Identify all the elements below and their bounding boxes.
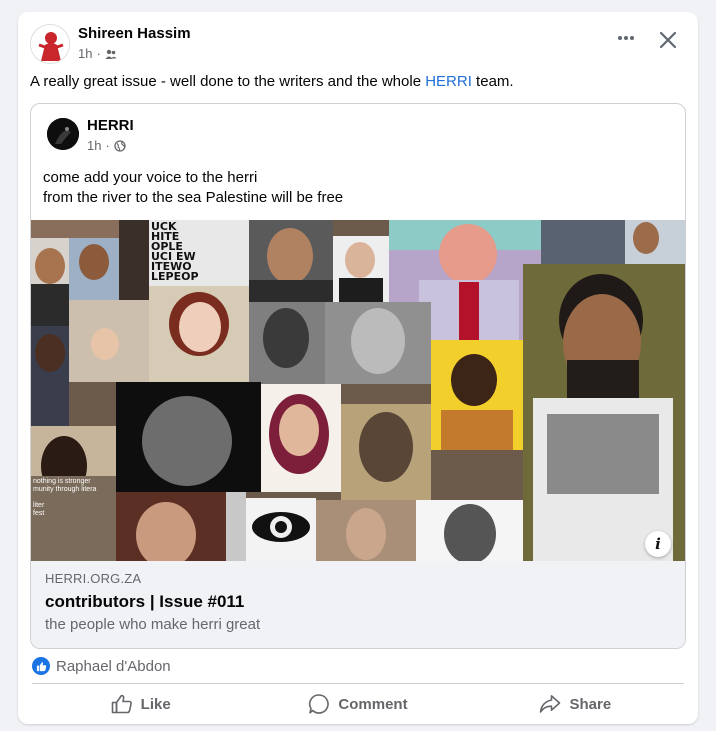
post-text-after: team. bbox=[471, 73, 514, 90]
like-label: Like bbox=[140, 695, 171, 713]
comment-icon bbox=[309, 694, 330, 714]
herri-mention-link[interactable]: HERRI bbox=[425, 73, 472, 90]
globe-icon[interactable] bbox=[114, 139, 126, 152]
shared-post[interactable]: HERRI 1h · come add your voice to the he… bbox=[30, 103, 686, 649]
herri-avatar[interactable] bbox=[47, 118, 79, 150]
collage-text-7: LEPEOP bbox=[151, 270, 199, 283]
post-card: Shireen Hassim 1h · A really great issue… bbox=[18, 12, 698, 724]
close-button[interactable] bbox=[652, 24, 684, 56]
shared-text-line-1: come add your voice to the herri bbox=[43, 169, 258, 186]
collage-text-9: munity through litera bbox=[33, 486, 97, 493]
shared-post-text: come add your voice to the herri from th… bbox=[43, 168, 343, 208]
post-meta: 1h · bbox=[78, 46, 117, 62]
thumbs-up-icon bbox=[111, 694, 132, 714]
more-icon bbox=[618, 36, 634, 40]
like-button[interactable]: Like bbox=[32, 688, 249, 720]
shared-meta-separator: · bbox=[105, 138, 110, 153]
shared-text-line-2: from the river to the sea Palestine will… bbox=[43, 189, 344, 206]
action-bar: Like Comment Share bbox=[32, 688, 684, 720]
collage-text-8: nothing is stronger bbox=[33, 478, 91, 485]
share-icon bbox=[540, 695, 561, 713]
comment-button[interactable]: Comment bbox=[249, 688, 466, 720]
post-time[interactable]: 1h bbox=[78, 46, 92, 62]
like-reaction-icon bbox=[32, 657, 50, 675]
close-icon bbox=[659, 31, 677, 49]
reaction-names[interactable]: Raphael d'Abdon bbox=[56, 658, 171, 675]
info-icon[interactable]: i bbox=[645, 531, 671, 557]
friends-audience-icon[interactable] bbox=[105, 48, 117, 60]
shared-post-meta: 1h · bbox=[87, 138, 126, 153]
actions-divider bbox=[32, 683, 684, 684]
link-domain: HERRI.ORG.ZA bbox=[45, 571, 142, 586]
share-button[interactable]: Share bbox=[467, 688, 684, 720]
more-options-button[interactable] bbox=[610, 28, 642, 52]
comment-label: Comment bbox=[338, 695, 408, 713]
link-description: the people who make herri great bbox=[45, 616, 261, 633]
shared-post-time[interactable]: 1h bbox=[87, 138, 101, 153]
share-label: Share bbox=[569, 695, 612, 713]
author-name[interactable]: Shireen Hassim bbox=[78, 24, 191, 44]
link-preview[interactable]: HERRI.ORG.ZA contributors | Issue #011 t… bbox=[31, 561, 685, 648]
link-title[interactable]: contributors | Issue #011 bbox=[45, 591, 244, 613]
collage-text-10: liter bbox=[33, 502, 45, 509]
post-text-before: A really great issue - well done to the … bbox=[30, 73, 426, 90]
shared-author-name[interactable]: HERRI bbox=[87, 116, 134, 136]
author-avatar[interactable] bbox=[30, 24, 70, 64]
meta-separator: · bbox=[96, 46, 101, 61]
reactions-summary[interactable]: Raphael d'Abdon bbox=[32, 657, 171, 675]
contributors-collage-image[interactable]: UCK HITE OPLE UCI EW ITEWO LEPEOP nothin… bbox=[31, 220, 685, 561]
post-text: A really great issue - well done to the … bbox=[30, 72, 514, 92]
collage-text-11: fest bbox=[33, 510, 45, 517]
post-header: Shireen Hassim 1h · bbox=[30, 24, 686, 64]
